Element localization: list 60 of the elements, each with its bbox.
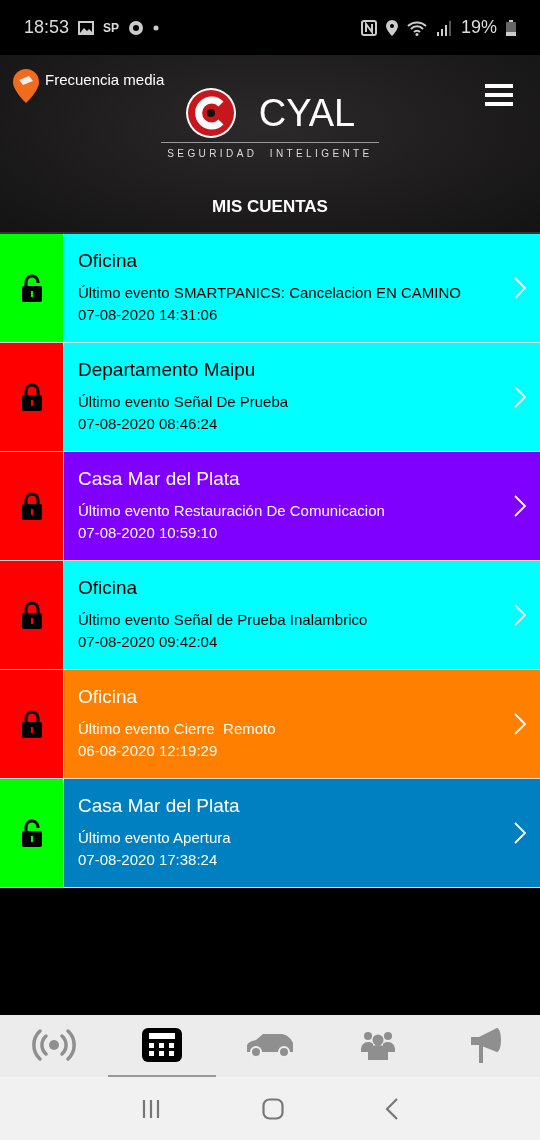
tagline: SEGURIDAD INTELIGENTE (161, 142, 379, 159)
battery-icon (506, 19, 516, 36)
event-date: 07-08-2020 17:38:24 (78, 850, 219, 870)
last-event: Último evento Restauración De Comunicacion (78, 501, 386, 521)
locked-padlock-icon (20, 492, 43, 520)
chevron-right-icon (514, 495, 526, 517)
home-icon[interactable] (262, 1097, 284, 1120)
account-card[interactable]: Oficina Último evento Señal de Prueba Inalambrico 07-08-2020 09:42:04 (64, 561, 540, 669)
car-icon (245, 1032, 295, 1058)
account-name: Casa Mar del Plata (78, 795, 241, 817)
chevron-right-icon (514, 277, 526, 299)
back-icon[interactable] (385, 1097, 400, 1120)
event-date: 07-08-2020 08:46:24 (78, 414, 219, 434)
account-name: Casa Mar del Plata (78, 468, 241, 490)
megaphone-icon (469, 1027, 503, 1063)
logo-icon (184, 87, 237, 139)
event-date: 07-08-2020 10:59:10 (78, 523, 219, 543)
wifi-icon (406, 19, 427, 36)
locked-padlock-icon (20, 601, 43, 629)
page-title: MIS CUENTAS (212, 197, 328, 217)
account-card[interactable]: Oficina Último evento SMARTPANICS: Cancelacion EN CAMINO 07-08-2020 14:31:06 (64, 234, 540, 342)
unlocked-padlock-icon (20, 819, 43, 847)
keypad-icon (142, 1028, 182, 1062)
nfc-icon (360, 19, 377, 36)
account-name: Oficina (78, 686, 139, 708)
dot-icon (153, 24, 160, 31)
account-card[interactable]: Casa Mar del Plata Último evento Apertura 07-08-2020 17:38:24 (64, 779, 540, 887)
chevron-right-icon (514, 822, 526, 844)
menu-icon[interactable] (485, 84, 513, 106)
event-date: 06-08-2020 12:19:29 (78, 741, 219, 761)
event-date: 07-08-2020 09:42:04 (78, 632, 219, 652)
locked-padlock-icon (20, 383, 43, 411)
signal-icon (435, 19, 452, 36)
last-event: Último evento Señal De Prueba (78, 392, 290, 412)
last-event: Último evento Apertura (78, 828, 232, 848)
image-icon (78, 20, 95, 35)
locked-padlock-icon (20, 710, 43, 738)
brand-name: CYAL (258, 91, 356, 135)
broadcast-icon (31, 1028, 77, 1062)
chevron-right-icon (514, 386, 526, 408)
last-event: Último evento Cierre Remoto (78, 719, 277, 739)
battery-percent: 19% (460, 17, 497, 38)
account-card[interactable]: Casa Mar del Plata Último evento Restauración De Comunicacion 07-08-2020 10:59:10 (64, 452, 540, 560)
carrier-label: SP (103, 20, 120, 35)
location-icon (385, 19, 398, 36)
chevron-right-icon (514, 604, 526, 626)
last-event: Último evento SMARTPANICS: Cancelacion EN CAMINO (78, 283, 462, 303)
clock: 18:53 (24, 17, 70, 38)
account-name: Oficina (78, 250, 139, 272)
location-label: Frecuencia media (45, 71, 165, 88)
account-name: Oficina (78, 577, 139, 599)
map-pin-icon[interactable] (12, 68, 40, 104)
unlocked-padlock-icon (20, 274, 43, 302)
group-icon (361, 1030, 395, 1060)
recent-apps-icon[interactable] (140, 1098, 161, 1119)
chevron-right-icon (514, 713, 526, 735)
account-name: Departamento Maipu (78, 359, 257, 381)
account-card[interactable]: Departamento Maipu Último evento Señal De Prueba 07-08-2020 08:46:24 (64, 343, 540, 451)
last-event: Último evento Señal de Prueba Inalambrico (78, 610, 369, 630)
event-date: 07-08-2020 14:31:06 (78, 305, 219, 325)
